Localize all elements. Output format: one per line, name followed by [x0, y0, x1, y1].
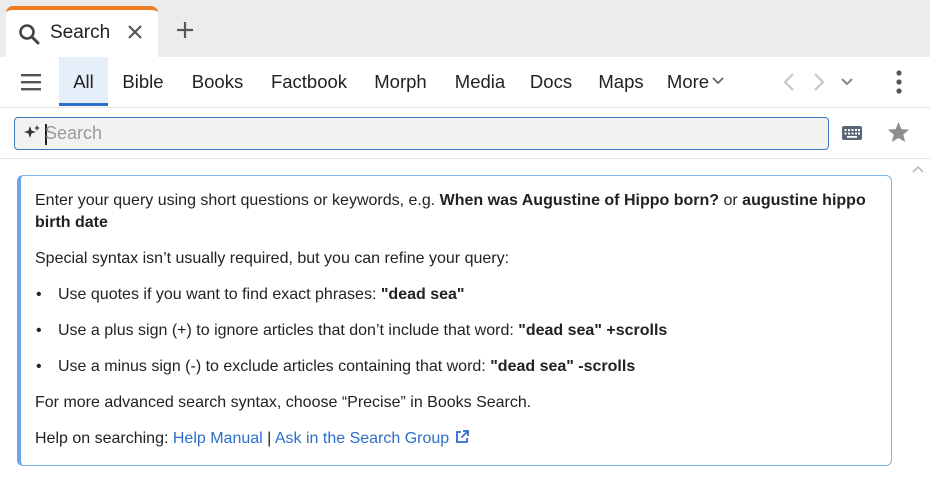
list-item: Use a plus sign (+) to ignore articles t…: [35, 320, 877, 342]
list-item: Use a minus sign (-) to exclude articles…: [35, 356, 877, 378]
forward-arrow-icon[interactable]: [812, 72, 826, 92]
ask-search-group-link[interactable]: Ask in the Search Group: [275, 430, 449, 447]
example-question: When was Augustine of Hippo born?: [439, 192, 720, 209]
sparkle-icon: [24, 125, 40, 138]
syntax-tips-list: Use quotes if you want to find exact phr…: [35, 284, 877, 378]
external-link-icon[interactable]: [455, 430, 470, 444]
star-icon[interactable]: [887, 121, 910, 143]
tab-more[interactable]: More: [664, 57, 712, 106]
tab-morph[interactable]: Morph: [368, 57, 433, 106]
tab-strip: Search: [0, 0, 930, 57]
search-input[interactable]: [45, 120, 815, 146]
link-separator: |: [267, 430, 272, 447]
search-icon: [19, 24, 40, 45]
search-box[interactable]: [14, 117, 829, 150]
tab-docs[interactable]: Docs: [526, 57, 576, 106]
help-manual-link[interactable]: Help Manual: [173, 430, 263, 447]
chevron-down-icon[interactable]: [712, 76, 724, 86]
help-intro: Enter your query using short questions o…: [35, 192, 866, 231]
plus-icon[interactable]: [174, 19, 196, 41]
list-item: Use quotes if you want to find exact phr…: [35, 284, 877, 306]
back-arrow-icon[interactable]: [782, 72, 796, 92]
search-help-panel: Enter your query using short questions o…: [17, 175, 892, 466]
tab-bible[interactable]: Bible: [116, 57, 170, 106]
help-links-row: Help on searching: Help Manual | Ask in …: [35, 428, 877, 450]
help-advanced: For more advanced search syntax, choose …: [35, 394, 532, 411]
category-toolbar: All Bible Books Factbook Morph Media Doc…: [0, 57, 930, 108]
keyboard-icon[interactable]: [842, 126, 862, 140]
hamburger-icon[interactable]: [20, 72, 42, 92]
divider: [0, 158, 930, 159]
tab-factbook[interactable]: Factbook: [264, 57, 354, 106]
chevron-down-icon[interactable]: [840, 76, 854, 88]
tab-media[interactable]: Media: [449, 57, 511, 106]
tab-maps[interactable]: Maps: [593, 57, 649, 106]
kebab-icon[interactable]: [894, 69, 904, 95]
tab-title: Search: [50, 22, 111, 43]
help-special-syntax: Special syntax isn’t usually required, b…: [35, 250, 510, 267]
tab-all[interactable]: All: [59, 57, 108, 106]
chevron-up-icon[interactable]: [912, 165, 924, 174]
tab-search[interactable]: Search: [6, 6, 158, 57]
close-icon[interactable]: [125, 22, 145, 42]
tab-books[interactable]: Books: [186, 57, 249, 106]
